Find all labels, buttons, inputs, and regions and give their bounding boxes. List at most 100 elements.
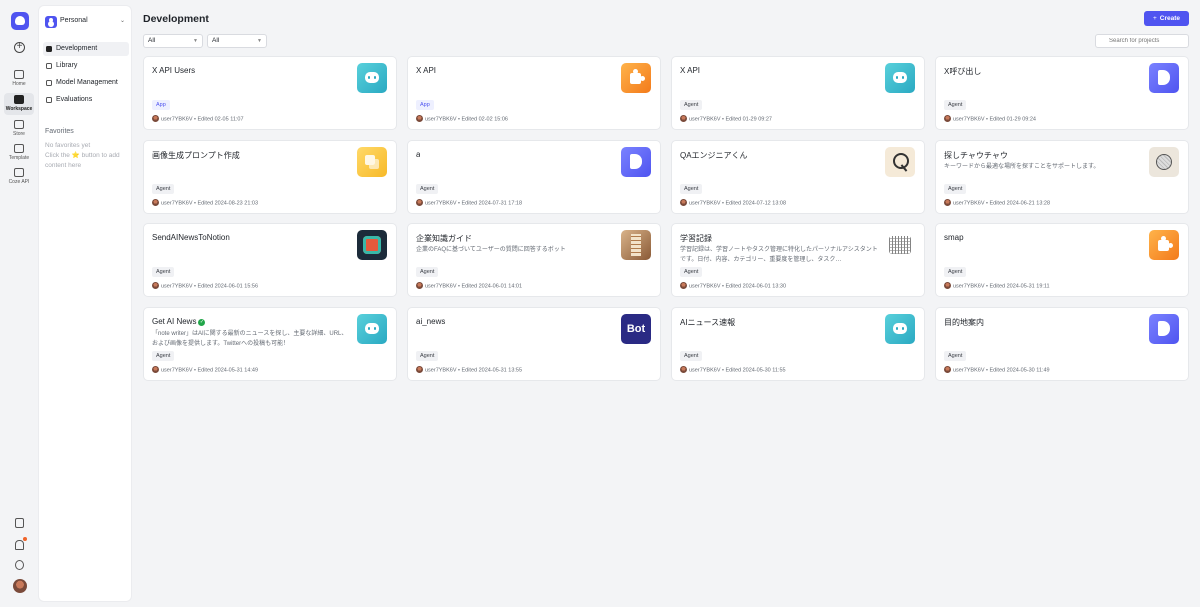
rail-item-store[interactable]: Store (4, 118, 34, 140)
app-logo-icon[interactable] (11, 12, 29, 30)
main-content: Development +Create All ▼ All ▼ X API Us… (132, 0, 1200, 607)
template-icon (14, 144, 24, 153)
sidebar-item-label: Evaluations (56, 96, 93, 103)
card-type-badge: Agent (416, 267, 439, 277)
status-filter-select[interactable]: All ▼ (207, 34, 267, 48)
sidebar-item-model-management[interactable]: Model Management (43, 76, 129, 90)
rail-item-coze-api[interactable]: Coze API (4, 166, 34, 188)
avatar (416, 282, 423, 289)
card-thumbnail-icon (1149, 146, 1179, 177)
filter-value: All (212, 37, 220, 44)
project-card[interactable]: a Agent user7YBK6V • Edited 2024-07-31 17:… (407, 139, 661, 214)
card-title: AIニュース速報 (680, 317, 735, 328)
card-thumbnail-icon: Bot (621, 313, 651, 344)
favorites-title: Favorites (45, 128, 74, 135)
library-icon (46, 63, 52, 69)
sidebar-item-development[interactable]: Development (43, 42, 129, 56)
project-card[interactable]: X API Agent user7YBK6V • Edited 01-29 09:2… (671, 56, 925, 130)
card-meta: user7YBK6V • Edited 2024-05-31 13:55 (416, 365, 523, 373)
rail-item-label: Coze API (8, 179, 30, 185)
project-card[interactable]: 企業知識ガイド 企業のFAQに基づいてユーザーの質問に回答するボット Agent us… (407, 223, 661, 297)
rail-item-template[interactable]: Template (4, 142, 34, 164)
rail-item-label: Template (8, 155, 30, 161)
card-description: キーワードから最適な場所を探すことをサポートします。 (944, 163, 1100, 170)
project-card[interactable]: ai_news Agent user7YBK6V • Edited 2024-05-… (407, 306, 661, 381)
project-card[interactable]: QAエンジニアくん Agent user7YBK6V • Edited 2024-0… (671, 139, 925, 214)
card-title-text: X呼び出し (944, 67, 982, 76)
card-type-badge: App (416, 100, 434, 110)
card-meta: user7YBK6V • Edited 01-29 09:24 (944, 115, 1036, 123)
project-card[interactable]: 探しチャウチャウ キーワードから最適な場所を探すことをサポートします。 Agent u… (935, 139, 1189, 214)
project-card[interactable]: AIニュース速報 Agent user7YBK6V • Edited 2024-05… (671, 306, 925, 381)
search-input[interactable] (1095, 34, 1189, 48)
card-thumbnail-icon (621, 146, 651, 177)
project-card[interactable]: X呼び出し Agent user7YBK6V • Edited 01-29 09:2… (935, 56, 1189, 130)
rail-item-workspace[interactable]: Workspace (4, 93, 34, 115)
card-title-text: 画像生成プロンプト作成 (152, 150, 240, 160)
sidebar-item-evaluations[interactable]: Evaluations (43, 93, 129, 107)
avatar (680, 365, 687, 373)
avatar (152, 282, 159, 289)
avatar (680, 198, 687, 206)
card-meta-text: user7YBK6V • Edited 2024-05-31 19:11 (953, 283, 1050, 290)
card-meta-text: user7YBK6V • Edited 01-29 09:24 (953, 116, 1036, 123)
card-meta: user7YBK6V • Edited 2024-07-12 13:08 (680, 198, 787, 206)
space-selector[interactable]: Personal ⌄ (45, 16, 127, 30)
project-card[interactable]: SendAINewsToNotion Agent user7YBK6V • Edit… (143, 223, 397, 297)
project-card[interactable]: X API Users App user7YBK6V • Edited 02-05 … (143, 56, 397, 130)
upload-icon[interactable] (15, 560, 24, 570)
card-meta: user7YBK6V • Edited 2024-05-30 11:49 (944, 365, 1050, 373)
project-card[interactable]: 画像生成プロンプト作成 Agent user7YBK6V • Edited 2024… (143, 139, 397, 214)
card-type-badge: Agent (944, 267, 967, 277)
avatar (152, 365, 159, 373)
card-meta-text: user7YBK6V • Edited 2024-06-01 14:01 (425, 283, 523, 290)
sidebar: Personal ⌄ Development Library Model Man… (38, 5, 132, 602)
avatar (944, 198, 951, 206)
card-type-badge: Agent (944, 100, 967, 110)
card-title: SendAINewsToNotion (152, 233, 230, 242)
card-thumbnail-icon (885, 313, 915, 344)
card-type-badge: Agent (152, 350, 175, 361)
project-card[interactable]: 目的地案内 Agent user7YBK6V • Edited 2024-05-30… (935, 306, 1189, 381)
card-meta-text: user7YBK6V • Edited 2024-05-31 13:55 (425, 367, 523, 373)
card-title-text: QAエンジニアくん (680, 150, 748, 160)
sidebar-item-label: Library (56, 62, 78, 69)
avatar[interactable] (13, 579, 27, 593)
card-title-text: 目的地案内 (944, 317, 984, 327)
card-meta: user7YBK6V • Edited 2024-05-31 19:11 (944, 282, 1050, 290)
card-description: 「note writer」はAIに関する最新のニュースを探し、主要な詳細、URL… (152, 330, 348, 347)
project-card[interactable]: X API App user7YBK6V • Edited 02-02 15:06 (407, 56, 661, 130)
model-icon (46, 80, 52, 86)
project-card[interactable]: Get AI News ✓ 「note writer」はAIに関する最新のニュースを… (143, 306, 397, 381)
card-meta-text: user7YBK6V • Edited 2024-07-12 13:08 (689, 200, 787, 206)
filter-value: All (148, 37, 156, 44)
document-icon[interactable] (15, 518, 24, 528)
card-title: ai_news (416, 317, 445, 326)
project-card[interactable]: smap Agent user7YBK6V • Edited 2024-05-31 … (935, 223, 1189, 297)
card-title-text: 学習記録 (680, 234, 712, 243)
card-title: Get AI News ✓ (152, 317, 206, 326)
avatar (416, 115, 423, 122)
card-title: 企業知識ガイド (416, 233, 472, 244)
card-thumbnail-icon (357, 230, 387, 260)
card-title: X API Users (152, 66, 195, 75)
avatar (944, 115, 951, 122)
store-icon (14, 120, 24, 129)
page-title: Development (143, 13, 209, 25)
card-meta: user7YBK6V • Edited 01-29 09:27 (680, 115, 772, 123)
add-icon[interactable]: + (14, 42, 25, 53)
development-icon (46, 46, 52, 52)
card-meta-text: user7YBK6V • Edited 2024-07-31 17:18 (425, 200, 523, 206)
card-title: 学習記録 (680, 233, 712, 244)
card-title: 目的地案内 (944, 317, 984, 328)
user-icon (45, 16, 57, 28)
project-card[interactable]: 学習記録 学習記録は、学習ノートやタスク管理に特化したパーソナルアシスタントです。… (671, 223, 925, 297)
type-filter-select[interactable]: All ▼ (143, 34, 203, 48)
bell-icon[interactable] (15, 537, 27, 550)
rail-item-home[interactable]: Home (4, 68, 34, 90)
card-title-text: X API (680, 66, 701, 75)
card-meta-text: user7YBK6V • Edited 2024-05-31 14:49 (161, 367, 259, 373)
card-thumbnail-icon (885, 146, 915, 177)
create-button[interactable]: + Create (1144, 11, 1189, 26)
sidebar-item-library[interactable]: Library (43, 59, 129, 73)
